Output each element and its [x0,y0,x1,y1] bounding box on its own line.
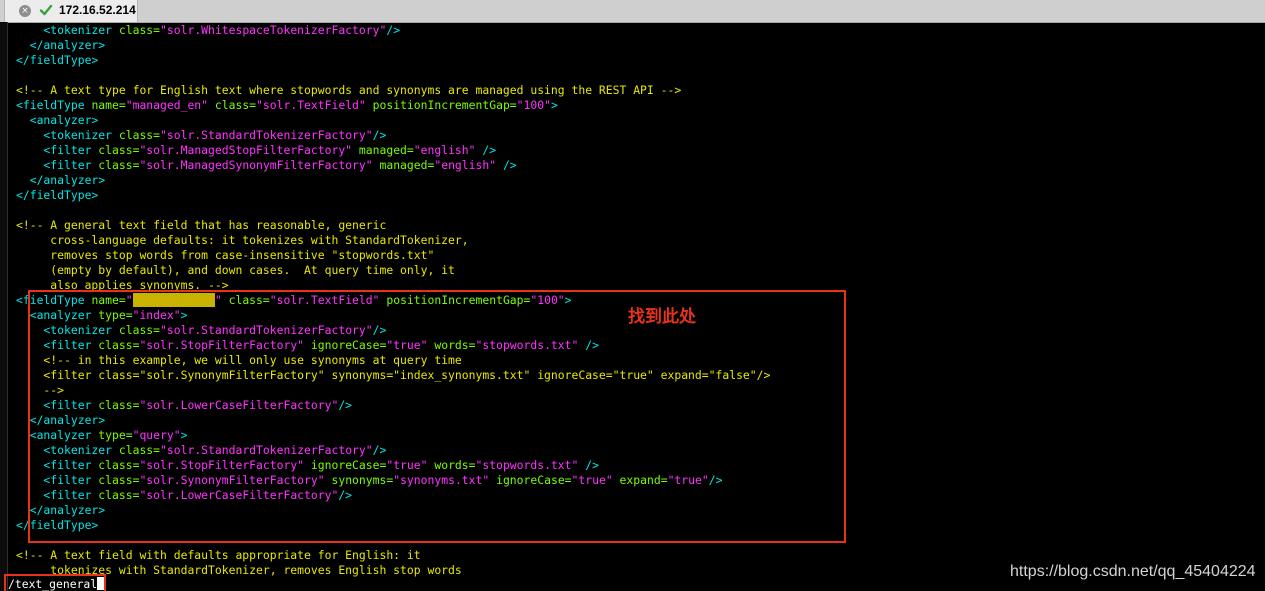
code-token: "solr.TextField" [256,98,366,112]
code-token: positionIncrementGap= [372,98,517,112]
vim-search-command[interactable]: /text_general [8,577,105,591]
tab-bar: × 172.16.52.214 [0,0,1265,23]
code-line: <fieldType name="managed_en" class="solr… [16,98,558,113]
code-token: "100" [516,98,551,112]
text-cursor [97,577,105,590]
code-token: class= [214,98,257,112]
code-token: /> [496,158,517,172]
code-token: /> [386,23,401,37]
code-token: class= [118,23,161,37]
code-line: cross-language defaults: it tokenizes wi… [16,233,469,248]
code-token: <!-- A general text field that has reaso… [16,218,387,232]
code-token: <!-- A text type for English text where … [16,83,682,97]
close-icon[interactable]: × [19,5,31,17]
code-line: <filter class="solr.ManagedSynonymFilter… [16,158,517,173]
code-token: "solr.ManagedSynonymFilterFactory" [139,158,373,172]
session-tab[interactable]: × 172.16.52.214 [4,0,138,22]
code-token: <tokenizer [16,23,119,37]
code-line: <!-- A general text field that has reaso… [16,218,386,233]
code-line: </analyzer> [16,173,105,188]
code-token: "solr.WhitespaceTokenizerFactory" [160,23,387,37]
code-token: managed= [379,158,435,172]
code-line: removes stop words from case-insensitive… [16,248,434,263]
code-token: <!-- A text field with defaults appropri… [16,548,421,562]
code-line: <!-- A text field with defaults appropri… [16,548,421,563]
code-line: </analyzer> [16,38,105,53]
code-token: /> [372,128,387,142]
code-token: <fieldType [16,98,92,112]
code-line: <analyzer> [16,113,99,128]
annotation-label: 找到此处 [628,307,696,327]
code-token: "english" [434,158,497,172]
watermark: https://blog.csdn.net/qq_45404224 [1010,563,1256,580]
code-token: <analyzer> [16,113,99,127]
code-token: </analyzer> [16,38,106,52]
code-token: <filter [16,158,99,172]
code-token: </analyzer> [16,173,106,187]
code-token: cross-language defaults: it tokenizes wi… [16,233,469,247]
code-token: "managed_en" [125,98,209,112]
code-token: class= [98,158,140,172]
code-line: </fieldType> [16,53,98,68]
code-token: removes stop words from case-insensitive… [16,248,435,262]
code-token: class= [98,143,140,157]
code-token: managed= [358,143,414,157]
terminal-gutter [0,22,8,591]
code-line: (empty by default), and down cases. At q… [16,263,455,278]
highlight-box [28,290,846,543]
code-token: <filter [16,143,99,157]
code-token: class= [118,128,161,142]
code-line: <tokenizer class="solr.StandardTokenizer… [16,128,386,143]
code-line: <!-- A text type for English text where … [16,83,681,98]
code-token: > [550,98,558,112]
code-line: </fieldType> [16,188,98,203]
tab-title: 172.16.52.214 [59,3,136,17]
code-token: /> [475,143,497,157]
code-token: </fieldType> [16,53,99,67]
check-icon [39,4,53,16]
code-line: <filter class="solr.ManagedStopFilterFac… [16,143,496,158]
code-token: name= [91,98,126,112]
code-token: (empty by default), and down cases. At q… [16,263,455,277]
code-token: "solr.ManagedStopFilterFactory" [139,143,353,157]
code-line: <tokenizer class="solr.WhitespaceTokeniz… [16,23,400,38]
code-token: </fieldType> [16,188,99,202]
code-token: "solr.StandardTokenizerFactory" [160,128,373,142]
search-command-text: /text_general [8,577,98,591]
code-token: "english" [413,143,476,157]
code-token: <tokenizer [16,128,119,142]
